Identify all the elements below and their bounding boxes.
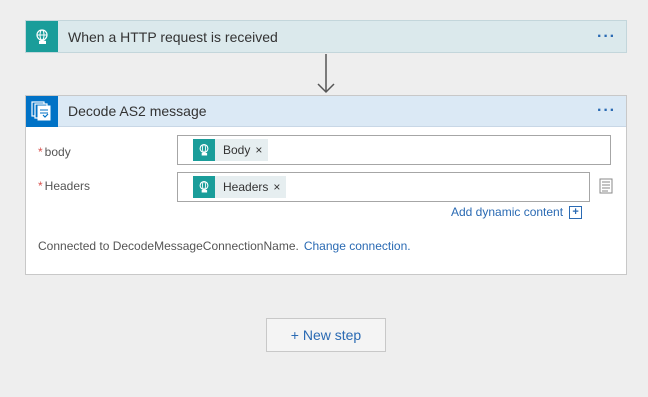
- body-label-text: body: [44, 145, 71, 159]
- as2-documents-icon: [26, 95, 58, 127]
- action-header[interactable]: Decode AS2 message ···: [26, 95, 626, 127]
- http-trigger-icon: [26, 21, 58, 52]
- connection-text: Connected to DecodeMessageConnectionName…: [38, 239, 299, 253]
- body-field-label: * body: [38, 145, 71, 159]
- body-input[interactable]: Body ×: [177, 135, 611, 165]
- trigger-header[interactable]: When a HTTP request is received ···: [26, 21, 626, 52]
- action-title: Decode AS2 message: [68, 103, 207, 119]
- add-dynamic-content-link[interactable]: Add dynamic content +: [451, 205, 583, 219]
- trigger-menu-button[interactable]: ···: [597, 28, 616, 44]
- required-mark: *: [38, 145, 43, 159]
- headers-input[interactable]: Headers ×: [177, 172, 590, 202]
- dynamic-content-label: Add dynamic content: [451, 205, 564, 219]
- trigger-title: When a HTTP request is received: [68, 28, 278, 45]
- remove-headers-token-button[interactable]: ×: [273, 180, 286, 194]
- decode-as2-card: Decode AS2 message ··· * body Body × * Hea…: [25, 95, 627, 275]
- http-token-icon: [193, 176, 215, 198]
- flow-arrow-icon: [317, 54, 335, 94]
- change-connection-link[interactable]: Change connection.: [304, 239, 411, 253]
- trigger-card[interactable]: When a HTTP request is received ···: [25, 20, 627, 53]
- plus-icon: +: [569, 205, 583, 219]
- body-token[interactable]: Body ×: [193, 139, 269, 161]
- remove-body-token-button[interactable]: ×: [255, 143, 268, 157]
- http-token-icon: [193, 139, 215, 161]
- required-mark: *: [38, 179, 43, 193]
- headers-token[interactable]: Headers ×: [193, 176, 287, 198]
- body-token-label: Body: [223, 143, 251, 157]
- new-step-button[interactable]: + New step: [266, 318, 386, 352]
- headers-token-label: Headers: [223, 180, 269, 194]
- headers-label-text: Headers: [44, 179, 91, 193]
- switch-to-text-mode-icon[interactable]: [599, 178, 613, 194]
- headers-field-label: * Headers: [38, 179, 90, 193]
- action-menu-button[interactable]: ···: [597, 103, 616, 119]
- connection-info: Connected to DecodeMessageConnectionName…: [38, 239, 411, 253]
